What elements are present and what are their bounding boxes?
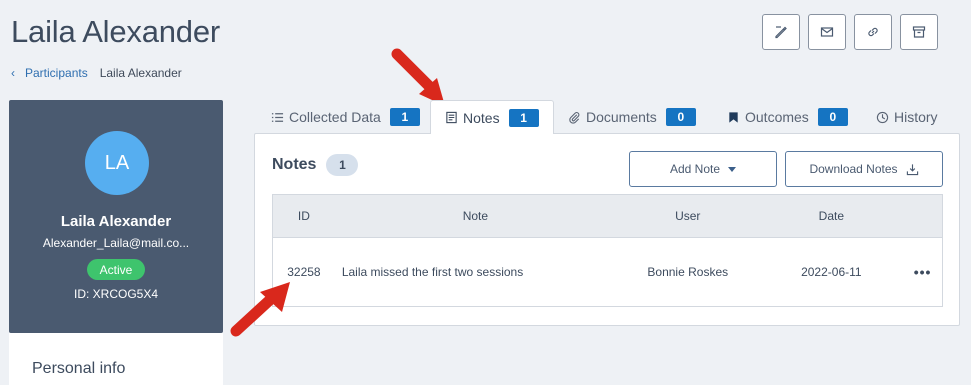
column-header-user[interactable]: User: [616, 209, 760, 223]
link-button[interactable]: [854, 14, 892, 50]
chevron-left-icon: ‹: [11, 66, 15, 80]
note-text-cell: Laila missed the first two sessions: [341, 265, 524, 279]
page-title: Laila Alexander: [11, 14, 220, 49]
tab-outcomes[interactable]: Outcomes 0: [727, 100, 848, 134]
column-header-id[interactable]: ID: [273, 209, 335, 223]
tab-documents[interactable]: Documents 0: [568, 100, 696, 134]
mail-icon: [820, 27, 834, 37]
note-user-cell: Bonnie Roskes: [647, 265, 729, 279]
table-row[interactable]: 32258 Laila missed the first two session…: [272, 238, 943, 307]
profile-name: Laila Alexander: [60, 213, 172, 230]
avatar: LA: [85, 131, 149, 195]
paperclip-icon: [569, 111, 580, 124]
add-note-button[interactable]: Add Note: [629, 151, 777, 187]
list-icon: [271, 112, 284, 122]
tab-label: Notes: [463, 109, 500, 126]
profile-id: ID: XRCOG5X4: [73, 287, 159, 301]
tab-count-badge: 0: [817, 108, 848, 126]
note-date-cell: 2022-06-11: [801, 265, 862, 279]
add-note-label: Add Note: [669, 162, 721, 176]
archive-button[interactable]: [900, 14, 938, 50]
top-actions: [762, 14, 938, 50]
clock-icon: [876, 111, 889, 123]
notes-panel-title: Notes 1: [272, 154, 359, 176]
edit-button[interactable]: [762, 14, 800, 50]
notes-icon: [446, 111, 457, 124]
archive-icon: [912, 26, 926, 38]
notes-title-text: Notes: [272, 156, 317, 173]
link-icon: [868, 27, 878, 37]
download-icon: [906, 163, 918, 175]
tab-label: Documents: [586, 109, 657, 125]
notes-count-badge: 1: [326, 154, 359, 176]
breadcrumb-current: Laila Alexander: [99, 66, 182, 80]
tab-count-badge: 1: [389, 108, 420, 126]
profile-email: Alexander_Laila@mail.co...: [42, 236, 190, 250]
download-notes-button[interactable]: Download Notes: [785, 151, 943, 187]
tab-label: Outcomes: [745, 109, 809, 125]
column-header-date[interactable]: Date: [760, 209, 904, 223]
notes-panel: Notes 1 Add Note Download Notes ID Note …: [254, 133, 960, 326]
profile-card: LA Laila Alexander Alexander_Laila@mail.…: [9, 100, 223, 333]
tab-notes[interactable]: Notes 1: [430, 100, 554, 134]
annotation-arrow-note-row: [230, 282, 290, 337]
personal-info-title: Personal info: [32, 360, 126, 377]
tab-history[interactable]: History: [876, 100, 938, 134]
caret-down-icon: [728, 166, 737, 172]
column-header-note[interactable]: Note: [335, 209, 616, 223]
edit-icon: [775, 26, 787, 39]
status-badge: Active: [87, 259, 145, 280]
breadcrumb: ‹ Participants Laila Alexander: [11, 66, 182, 80]
personal-info-card: Personal info: [9, 333, 223, 385]
tab-count-badge: 1: [508, 108, 539, 127]
more-options-icon[interactable]: •••: [903, 264, 942, 280]
breadcrumb-participants-link[interactable]: Participants: [25, 66, 88, 80]
notes-table: ID Note User Date 32258 Laila missed the…: [272, 194, 943, 307]
tab-count-badge: 0: [665, 108, 696, 126]
email-button[interactable]: [808, 14, 846, 50]
download-notes-label: Download Notes: [809, 162, 898, 176]
tab-label: History: [894, 109, 938, 125]
bookmark-icon: [729, 111, 738, 123]
tab-label: Collected Data: [289, 109, 381, 125]
table-header: ID Note User Date: [272, 194, 943, 238]
